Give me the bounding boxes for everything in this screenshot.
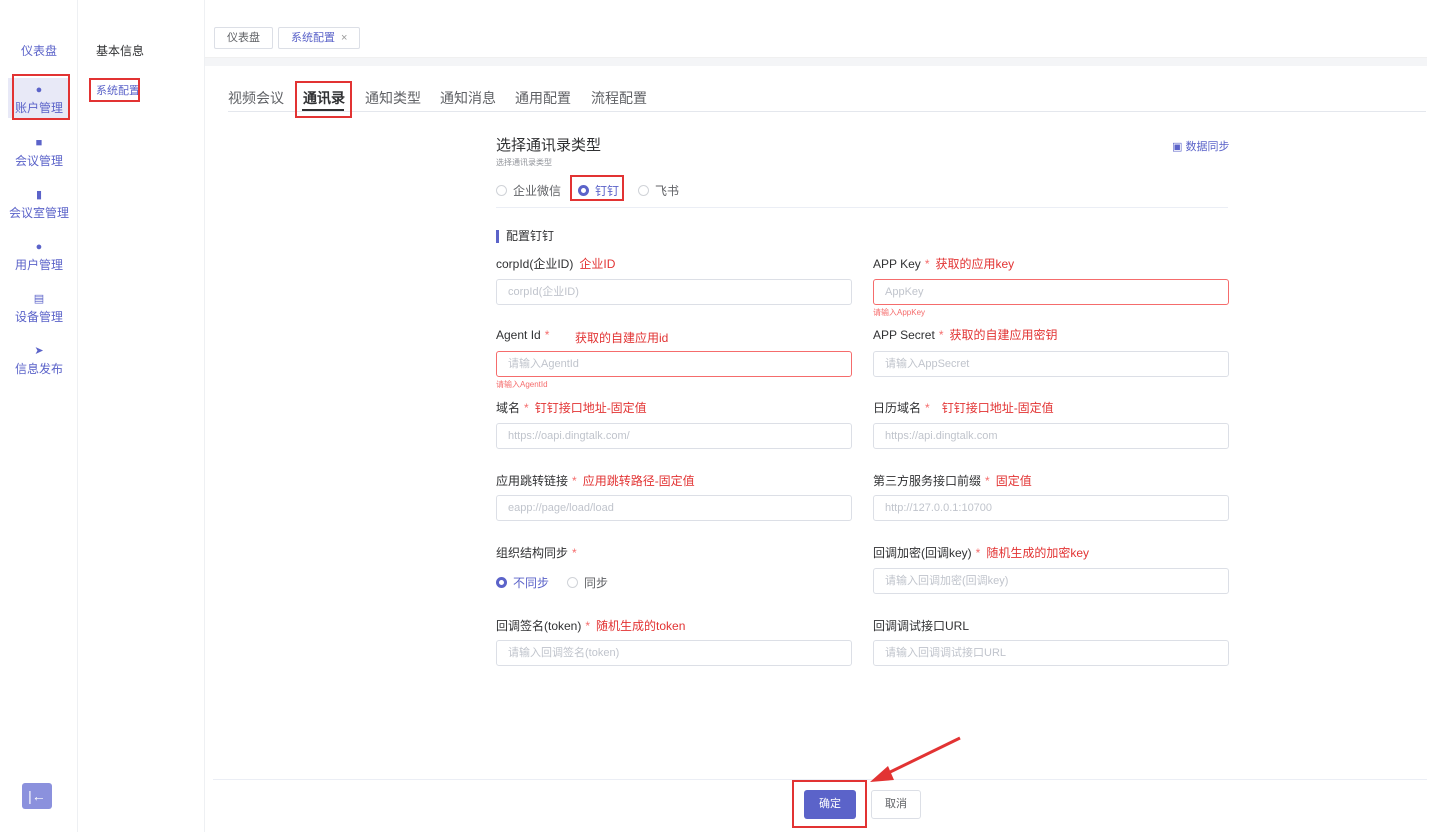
app-secret-label: APP Secret * 获取的自建应用密钥 bbox=[873, 328, 1058, 342]
org-sync-label: 组织结构同步 * bbox=[496, 546, 577, 560]
calendar-domain-input[interactable]: https://api.dingtalk.com bbox=[873, 423, 1229, 449]
content-divider bbox=[205, 58, 1427, 66]
agent-id-error: 请输入AgentId bbox=[496, 380, 548, 389]
section-subtitle: 选择通讯录类型 bbox=[496, 158, 552, 167]
annotation-box-confirm bbox=[792, 780, 867, 828]
callback-url-input[interactable]: 请输入回调调试接口URL bbox=[873, 640, 1229, 666]
jump-link-input[interactable]: eapp://page/load/load bbox=[496, 495, 852, 521]
annotation-box-sidebar bbox=[12, 74, 70, 120]
callback-token-label: 回调签名(token) * 随机生成的token bbox=[496, 619, 686, 633]
sidebar-item-info-publish[interactable]: ➤ 信息发布 bbox=[8, 345, 70, 377]
sidebar-item-dashboard[interactable]: 仪表盘 bbox=[8, 42, 70, 59]
sync-icon: ▣ bbox=[1172, 141, 1183, 153]
tab-video-meeting[interactable]: 视频会议 bbox=[228, 88, 284, 108]
group-title: 配置钉钉 bbox=[496, 230, 554, 243]
annotation-arrow-icon bbox=[870, 736, 961, 782]
jump-link-label: 应用跳转链接 * 应用跳转路径-固定值 bbox=[496, 474, 695, 488]
domain-input[interactable]: https://oapi.dingtalk.com/ bbox=[496, 423, 852, 449]
radio-no-sync[interactable]: 不同步 bbox=[496, 574, 549, 591]
sidebar-item-user[interactable]: ● 用户管理 bbox=[8, 241, 70, 273]
corp-id-input[interactable]: corpId(企业ID) bbox=[496, 279, 852, 305]
domain-label: 域名 * 钉钉接口地址-固定值 bbox=[496, 401, 647, 415]
sidebar-item-meeting-room[interactable]: ▮ 会议室管理 bbox=[8, 189, 70, 221]
tag-system-config[interactable]: 系统配置 × bbox=[278, 27, 361, 49]
tags-bar: 仪表盘 系统配置 × bbox=[205, 0, 1427, 58]
tag-dashboard[interactable]: 仪表盘 bbox=[214, 27, 273, 49]
tab-process-config[interactable]: 流程配置 bbox=[591, 88, 647, 108]
section-divider bbox=[496, 207, 1228, 208]
device-icon: ▤ bbox=[33, 293, 45, 305]
people-icon: ■ bbox=[35, 137, 43, 149]
close-icon[interactable]: × bbox=[341, 32, 347, 44]
corp-id-label: corpId(企业ID) 企业ID bbox=[496, 257, 616, 271]
sidebar-item-device[interactable]: ▤ 设备管理 bbox=[8, 293, 70, 325]
callback-url-label: 回调调试接口URL bbox=[873, 619, 970, 633]
annotation-box-tab bbox=[295, 81, 352, 118]
app-key-error: 请输入AppKey bbox=[873, 308, 926, 317]
submenu-item-basic-info[interactable]: 基本信息 bbox=[96, 42, 144, 59]
callback-key-label: 回调加密(回调key) * 随机生成的加密key bbox=[873, 546, 1090, 560]
agent-id-note: 获取的自建应用id bbox=[575, 331, 669, 345]
radio-sync[interactable]: 同步 bbox=[567, 574, 608, 591]
tab-notify-type[interactable]: 通知类型 bbox=[365, 88, 421, 108]
app-key-label: APP Key * 获取的应用key bbox=[873, 257, 1015, 271]
cancel-button[interactable]: 取消 bbox=[871, 790, 921, 819]
callback-key-input[interactable]: 请输入回调加密(回调key) bbox=[873, 568, 1229, 594]
tab-general-config[interactable]: 通用配置 bbox=[515, 88, 571, 108]
radio-dot bbox=[567, 577, 578, 588]
radio-feishu[interactable]: 飞书 bbox=[638, 182, 679, 199]
send-icon: ➤ bbox=[34, 345, 44, 357]
collapse-left-icon[interactable]: |← bbox=[22, 783, 52, 809]
person-icon: ● bbox=[35, 241, 43, 253]
radio-dot bbox=[638, 185, 649, 196]
callback-token-input[interactable]: 请输入回调签名(token) bbox=[496, 640, 852, 666]
app-key-input[interactable]: AppKey bbox=[873, 279, 1229, 305]
radio-dot bbox=[496, 577, 507, 588]
agent-id-label: Agent Id * bbox=[496, 328, 550, 342]
sidebar-item-meeting[interactable]: ■ 会议管理 bbox=[8, 137, 70, 169]
radio-wecom[interactable]: 企业微信 bbox=[496, 182, 561, 199]
third-prefix-label: 第三方服务接口前缀 * 固定值 bbox=[873, 474, 1032, 488]
app-secret-input[interactable]: 请输入AppSecret bbox=[873, 351, 1229, 377]
radio-dot bbox=[496, 185, 507, 196]
calendar-domain-label: 日历域名 * 钉钉接口地址-固定值 bbox=[873, 401, 1054, 415]
annotation-box-submenu bbox=[89, 78, 140, 102]
tab-notify-message[interactable]: 通知消息 bbox=[440, 88, 496, 108]
third-prefix-input[interactable]: http://127.0.0.1:10700 bbox=[873, 495, 1229, 521]
agent-id-input[interactable]: 请输入AgentId bbox=[496, 351, 852, 377]
room-icon: ▮ bbox=[35, 189, 43, 201]
tab-bar: 视频会议 通讯录 通知类型 通知消息 通用配置 流程配置 bbox=[228, 80, 1426, 112]
sidebar: 仪表盘 ● 账户管理 ■ 会议管理 ▮ 会议室管理 ● 用户管理 ▤ 设备管理 … bbox=[0, 0, 78, 832]
annotation-box-radio bbox=[570, 175, 624, 201]
submenu: 基本信息 系统配置 bbox=[78, 0, 205, 832]
section-title: 选择通讯录类型 bbox=[496, 137, 602, 154]
data-sync-link[interactable]: ▣ 数据同步 bbox=[1172, 138, 1229, 154]
